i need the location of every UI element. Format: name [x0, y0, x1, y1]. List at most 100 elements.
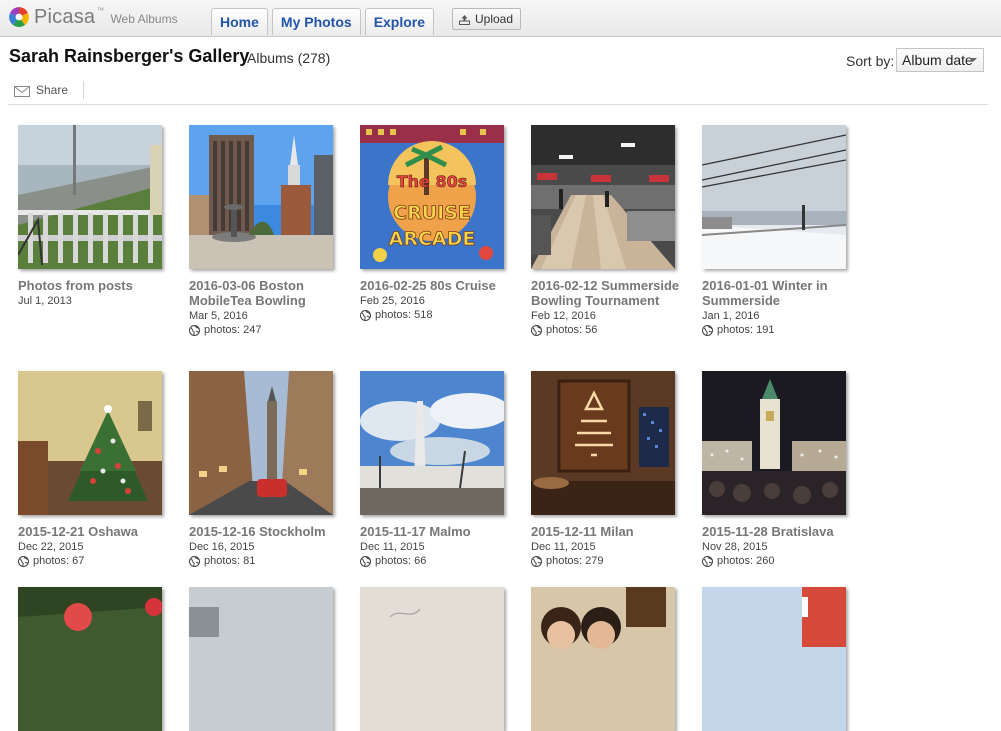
album-card[interactable]: 2016-03-06 Boston MobileTea Bowling Mar … [189, 125, 349, 337]
album-title[interactable]: 2016-03-06 Boston MobileTea Bowling [189, 278, 347, 308]
album-card[interactable]: 2015-11-28 Bratislava Nov 28, 2015 photo… [702, 371, 862, 568]
thumbnail-image [531, 125, 675, 269]
thumbnail-image [189, 125, 333, 269]
album-photo-count: photos: 81 [189, 554, 349, 568]
nav-tabs: Home My Photos Explore [211, 8, 438, 36]
album-title[interactable]: Photos from posts [18, 278, 176, 293]
globe-icon [360, 309, 371, 321]
album-date: Dec 11, 2015 [531, 541, 596, 553]
album-card[interactable]: The 80s CRUISE ARCADE 2016-02-25 80s Cru… [360, 125, 520, 322]
album-thumbnail[interactable] [702, 587, 846, 731]
album-card[interactable] [702, 587, 862, 731]
chevron-down-icon [969, 58, 977, 62]
album-thumbnail[interactable] [702, 371, 846, 515]
album-thumbnail[interactable] [531, 371, 675, 515]
album-photo-count: photos: 247 [189, 323, 349, 337]
album-date: Dec 16, 2015 [189, 541, 255, 553]
thumbnail-image [702, 125, 846, 269]
gallery-title: Sarah Rainsberger's Gallery [9, 46, 250, 66]
upload-button[interactable]: Upload [452, 8, 522, 30]
thumbnail-image [18, 371, 162, 515]
album-thumbnail[interactable] [189, 125, 333, 269]
sort-dropdown[interactable]: Album date [896, 48, 984, 72]
album-card[interactable]: 2015-11-17 Malmo Dec 11, 2015 photos: 66 [360, 371, 520, 568]
picasa-pinwheel-icon [9, 7, 29, 28]
thumbnail-image [531, 371, 675, 515]
top-bar: Picasa™ Web Albums Home My Photos Explor… [0, 0, 1001, 37]
tab-my-photos[interactable]: My Photos [271, 8, 361, 35]
album-title[interactable]: 2016-02-25 80s Cruise [360, 278, 518, 293]
album-photo-count: photos: 260 [702, 554, 862, 568]
album-title[interactable]: 2015-11-17 Malmo [360, 524, 518, 539]
album-title[interactable]: 2015-12-21 Oshawa [18, 524, 176, 539]
share-label: Share [36, 83, 69, 97]
toolbar-divider [83, 81, 84, 99]
thumbnail-image [702, 587, 846, 731]
globe-icon [18, 555, 29, 567]
tab-home[interactable]: Home [211, 8, 268, 35]
album-thumbnail[interactable] [531, 587, 675, 731]
album-card[interactable] [18, 587, 178, 731]
album-card[interactable]: 2016-01-01 Winter in Summerside Jan 1, 2… [702, 125, 862, 337]
album-thumbnail[interactable] [189, 371, 333, 515]
sort-label: Sort by: [846, 53, 895, 69]
globe-icon [360, 555, 371, 567]
upload-icon [459, 14, 470, 25]
album-thumbnail[interactable] [18, 371, 162, 515]
tab-explore[interactable]: Explore [364, 8, 435, 35]
thumbnail-image [18, 587, 162, 731]
album-title[interactable]: 2015-12-16 Stockholm [189, 524, 347, 539]
album-title[interactable]: 2015-12-11 Milan [531, 524, 689, 539]
gallery-toolbar: Share [8, 78, 988, 105]
album-card[interactable] [189, 587, 349, 731]
album-photo-count: photos: 279 [531, 554, 691, 568]
album-thumbnail[interactable] [189, 587, 333, 731]
thumb-logo-line2: CRUISE [393, 202, 471, 224]
album-thumbnail[interactable] [360, 371, 504, 515]
album-card[interactable]: 2015-12-11 Milan Dec 11, 2015 photos: 27… [531, 371, 691, 568]
album-title[interactable]: 2016-02-12 Summerside Bowling Tournament [531, 278, 689, 308]
album-title[interactable]: 2015-11-28 Bratislava [702, 524, 860, 539]
album-card[interactable]: 2016-02-12 Summerside Bowling Tournament… [531, 125, 691, 337]
album-date: Feb 25, 2016 [360, 295, 425, 307]
album-date: Dec 22, 2015 [18, 541, 84, 553]
thumbnail-image [702, 371, 846, 515]
album-date: Mar 5, 2016 [189, 310, 248, 322]
album-date: Nov 28, 2015 [702, 541, 768, 553]
album-date: Jul 1, 2013 [18, 295, 72, 307]
album-card[interactable] [360, 587, 520, 731]
album-thumbnail[interactable]: The 80s CRUISE ARCADE [360, 125, 504, 269]
album-title[interactable]: 2016-01-01 Winter in Summerside [702, 278, 860, 308]
globe-icon [531, 324, 542, 336]
thumbnail-image [18, 125, 162, 269]
thumb-logo-line3: ARCADE [389, 228, 476, 250]
share-button[interactable]: Share [14, 83, 68, 97]
album-card[interactable]: 2015-12-21 Oshawa Dec 22, 2015 photos: 6… [18, 371, 178, 568]
album-thumbnail[interactable] [18, 587, 162, 731]
picasa-logo[interactable]: Picasa™ Web Albums [8, 5, 178, 29]
album-count: Albums (278) [247, 50, 331, 66]
album-thumbnail[interactable] [18, 125, 162, 269]
thumbnail-image [189, 371, 333, 515]
album-thumbnail[interactable] [360, 587, 504, 731]
logo-text: Picasa™ [34, 5, 105, 28]
globe-icon [189, 324, 200, 336]
upload-label: Upload [475, 12, 514, 26]
thumbnail-image: The 80s CRUISE ARCADE [360, 125, 504, 269]
sort-value: Album date [902, 52, 973, 68]
globe-icon [702, 324, 713, 336]
album-date: Dec 11, 2015 [360, 541, 425, 553]
envelope-icon [14, 86, 30, 97]
album-card[interactable]: 2015-12-16 Stockholm Dec 16, 2015 photos… [189, 371, 349, 568]
album-photo-count: photos: 518 [360, 308, 520, 322]
logo-subtitle: Web Albums [110, 12, 178, 26]
album-thumbnail[interactable] [531, 125, 675, 269]
album-photo-count: photos: 67 [18, 554, 178, 568]
thumb-logo-line1: The 80s [397, 172, 468, 191]
thumbnail-image [531, 587, 675, 731]
album-card[interactable]: Photos from posts Jul 1, 2013 [18, 125, 178, 308]
album-thumbnail[interactable] [702, 125, 846, 269]
album-photo-count: photos: 66 [360, 554, 520, 568]
album-date: Feb 12, 2016 [531, 310, 596, 322]
album-card[interactable] [531, 587, 691, 731]
